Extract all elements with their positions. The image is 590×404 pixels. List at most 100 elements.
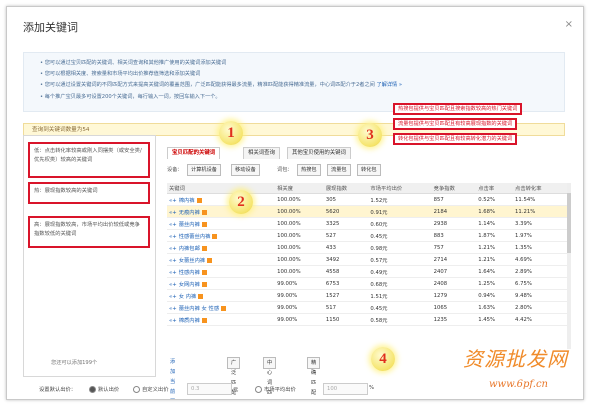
keyword-table-wrap: 关键词 相关度 展现指数 市场平均出价 竞争指数 点击率 点击转化率 «+ 棉内裤 100.00… <box>167 183 567 349</box>
table-cell: 1.51元 <box>368 289 432 302</box>
table-row[interactable]: «+ 棉内裤 100.00% 305 1.52元 857 0.52% 11.54% <box>167 193 567 206</box>
table-row[interactable]: «+ 蕾丝内裤 女 性感 99.00% 517 0.45元 1065 1.63% 2.80% <box>167 301 567 314</box>
column-header[interactable]: 展现指数 <box>323 183 369 194</box>
add-keyword-dialog: 添加关键词 × • 您可以通过宝贝匹配的关键词、相关词查询和其他推广使用的关键词… <box>6 6 584 400</box>
hot-package-button[interactable]: 热搜包 <box>297 164 321 176</box>
table-cell: 757 <box>431 241 477 254</box>
table-cell: 99.00% <box>275 289 324 302</box>
tab-other-items[interactable]: 其他宝贝使用的关键词 <box>287 147 351 159</box>
table-cell: 99.00% <box>275 277 324 290</box>
learn-more-link[interactable]: 了解详情 » <box>376 82 402 88</box>
keyword-cell[interactable]: «+ 女 内裤 <box>167 289 276 302</box>
hot-note-box: 热：展现指数较高的关键词 <box>28 182 150 204</box>
market-bid-radio[interactable]: 市场平均出价 <box>255 385 296 393</box>
keyword-cell[interactable]: «+ 蕾丝内裤 女 性感 <box>167 301 276 314</box>
column-header[interactable]: 关键词 <box>167 183 276 194</box>
keyword-cell[interactable]: «+ 棉内裤 <box>167 193 276 206</box>
watermark-url: www.6pf.cn <box>489 379 548 390</box>
keyword-cell[interactable]: «+ 女网内裤 <box>167 277 276 290</box>
keyword-text: 性感蕾丝内裤 <box>178 233 211 240</box>
table-row[interactable]: «+ 无痕内裤 100.00% 5620 0.91元 2184 1.68% 11.21% <box>167 205 567 218</box>
column-header[interactable]: 竞争指数 <box>431 183 477 194</box>
high-note: 高：展现指数较高，市场平均出价较低或竞争指数较低的关键词 <box>34 222 140 237</box>
table-cell: 1.21% <box>476 241 514 254</box>
keyword-tag-icon <box>201 269 207 275</box>
tab-related-query[interactable]: 相关词查询 <box>243 147 280 159</box>
table-row[interactable]: «+ 性感蕾丝内裤 100.00% 527 0.45元 883 1.87% 1.97% <box>167 229 567 242</box>
table-row[interactable]: «+ 女蕾丝内裤 100.00% 3492 0.57元 2714 1.21% 4.69% <box>167 253 567 266</box>
tip-line: • 您可以根据相关度、搜索量和市场平均出价推荐值筛选和添加关键词 <box>40 71 201 77</box>
close-icon[interactable]: × <box>565 19 573 30</box>
add-keyword-icon[interactable]: «+ <box>169 198 177 204</box>
table-cell: 9.48% <box>513 289 567 302</box>
annotation-badge-1: 1 <box>219 121 243 145</box>
add-keyword-icon[interactable]: «+ <box>169 246 177 252</box>
table-scrollbar[interactable] <box>567 183 571 349</box>
table-row[interactable]: «+ 女 内裤 99.00% 1527 1.51元 1279 0.94% 9.48% <box>167 289 567 302</box>
market-bid-percent-input[interactable]: 100 <box>323 383 368 395</box>
package-label: 词包： <box>277 167 293 173</box>
keyword-cell[interactable]: «+ 女蕾丝内裤 <box>167 253 276 266</box>
table-cell: 1527 <box>323 289 369 302</box>
table-row[interactable]: «+ 内裤包邮 100.00% 433 0.98元 757 1.21% 1.35% <box>167 241 567 254</box>
custom-bid-radio[interactable]: 自定义出价 <box>133 385 169 393</box>
add-keyword-icon[interactable]: «+ <box>169 306 177 312</box>
add-keyword-icon[interactable]: «+ <box>169 258 177 264</box>
table-row[interactable]: «+ 女网内裤 99.00% 6753 0.68元 2408 1.25% 6.75% <box>167 277 567 290</box>
keyword-cell[interactable]: «+ 内裤包邮 <box>167 241 276 254</box>
table-cell: 1.68% <box>476 205 514 218</box>
table-cell: 100.00% <box>275 253 324 266</box>
tab-matched-keywords[interactable]: 宝贝匹配的关键词 <box>167 147 221 159</box>
add-keyword-icon[interactable]: «+ <box>169 282 177 288</box>
table-row[interactable]: «+ 性感内裤 100.00% 4558 0.49元 2407 1.64% 2.89% <box>167 265 567 278</box>
keyword-text: 女 内裤 <box>178 293 197 300</box>
add-keyword-icon[interactable]: «+ <box>169 210 177 216</box>
table-cell: 6753 <box>323 277 369 290</box>
add-keyword-icon[interactable]: «+ <box>169 270 177 276</box>
tip-line: • 您可以通过宝贝匹配的关键词、相关词查询和其他推广使用的关键词添加关键词 <box>40 60 227 66</box>
table-cell: 100.00% <box>275 265 324 278</box>
keyword-tag-icon <box>201 209 207 215</box>
keyword-text: 性感内裤 <box>178 269 200 276</box>
keyword-text: 棉质内裤 <box>178 317 200 324</box>
keyword-tag-icon <box>221 305 227 311</box>
bid-unit: 元 <box>233 387 239 393</box>
column-header[interactable]: 点击率 <box>476 183 514 194</box>
center-match-button[interactable]: 中心词匹配 <box>263 357 277 396</box>
keyword-cell[interactable]: «+ 棉质内裤 <box>167 313 276 326</box>
pc-device-button[interactable]: 计算机设备 <box>187 164 221 176</box>
table-cell: 883 <box>431 229 477 242</box>
add-keyword-icon[interactable]: «+ <box>169 234 177 240</box>
keyword-cell[interactable]: «+ 性感蕾丝内裤 <box>167 229 276 242</box>
add-keyword-icon[interactable]: «+ <box>169 294 177 300</box>
add-keyword-icon[interactable]: «+ <box>169 222 177 228</box>
table-row[interactable]: «+ 棉质内裤 99.00% 1150 0.58元 1235 1.45% 4.42% <box>167 313 567 326</box>
table-row[interactable]: «+ 蕾丝内裤 100.00% 3325 0.60元 2938 1.14% 3.39% <box>167 217 567 230</box>
column-header[interactable]: 点击转化率 <box>513 183 567 194</box>
default-bid-radio[interactable]: 默认出价 <box>89 385 119 393</box>
table-cell: 0.45元 <box>368 229 432 242</box>
custom-bid-radio-label: 自定义出价 <box>142 387 169 393</box>
table-cell: 5620 <box>323 205 369 218</box>
scrollbar-thumb[interactable] <box>567 193 571 253</box>
broad-match-button[interactable]: 广泛匹配 <box>227 357 241 396</box>
column-header[interactable]: 市场平均出价 <box>368 183 432 194</box>
mobile-device-button[interactable]: 移动设备 <box>231 164 260 176</box>
keyword-text: 女蕾丝内裤 <box>178 257 206 264</box>
keyword-cell[interactable]: «+ 性感内裤 <box>167 265 276 278</box>
conversion-package-button[interactable]: 转化包 <box>357 164 381 176</box>
table-cell: 1235 <box>431 313 477 326</box>
low-note: 低：点击转化率较高或刚入同摆类（或安全类/优先权类）较高的关键词 <box>34 148 142 163</box>
add-current-page-link[interactable]: 添加当前页 <box>167 357 178 395</box>
custom-bid-input[interactable]: 0.3 <box>187 383 232 395</box>
table-cell: 100.00% <box>275 205 324 218</box>
conversion-package-callout: 转化包提供与宝贝匹配且有较高转化潜力的关键词 <box>393 133 518 145</box>
keyword-cell[interactable]: «+ 无痕内裤 <box>167 205 276 218</box>
table-cell: 2184 <box>431 205 477 218</box>
keyword-cell[interactable]: «+ 蕾丝内裤 <box>167 217 276 230</box>
add-keyword-icon[interactable]: «+ <box>169 318 177 324</box>
exact-match-button[interactable]: 精确匹配 <box>307 357 321 396</box>
traffic-package-button[interactable]: 流量包 <box>327 164 351 176</box>
column-header[interactable]: 相关度 <box>275 183 324 194</box>
table-cell: 1.97% <box>513 229 567 242</box>
